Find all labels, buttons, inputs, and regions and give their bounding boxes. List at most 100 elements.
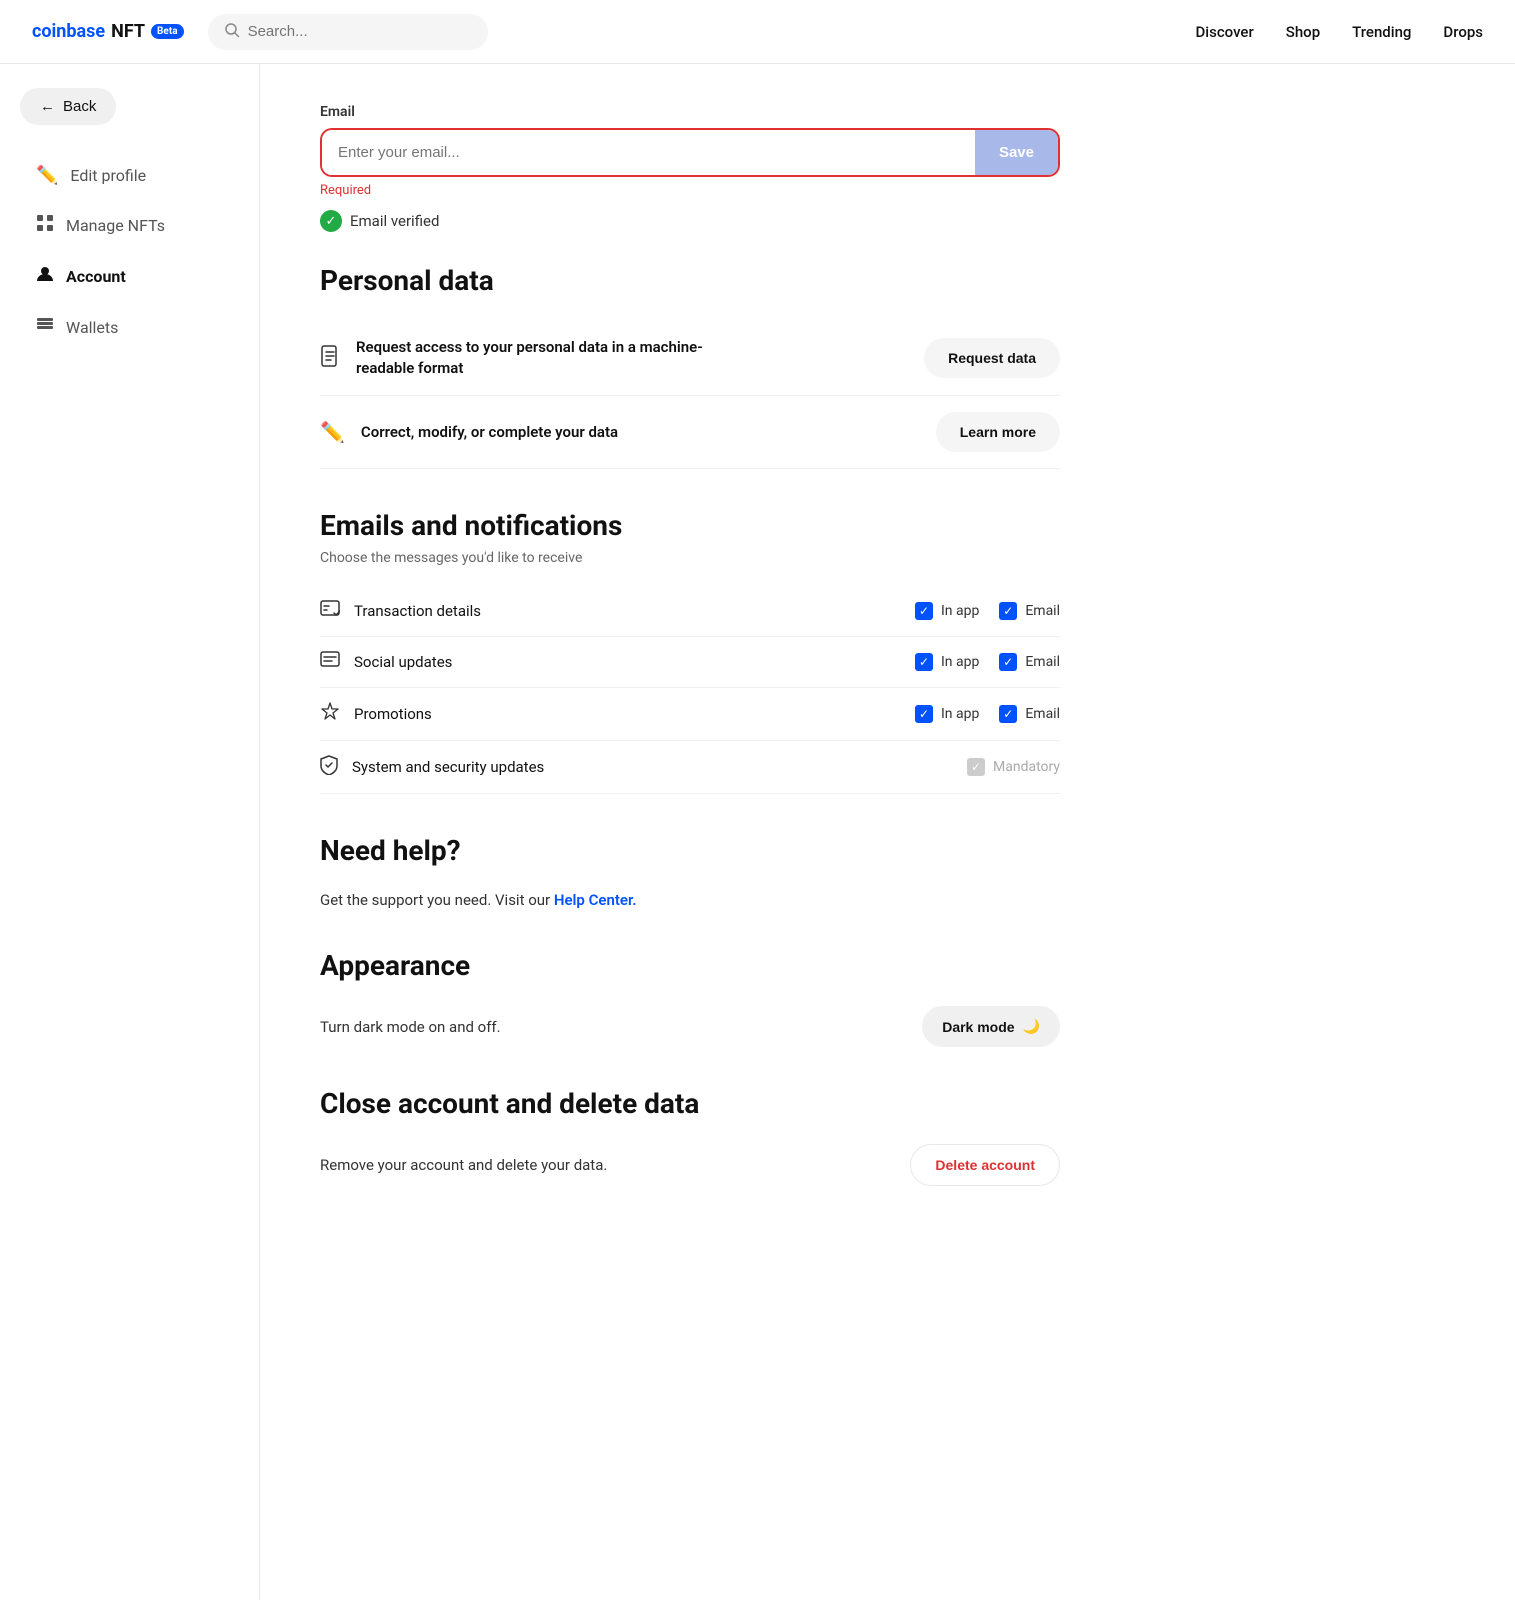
request-data-left: Request access to your personal data in … — [320, 337, 736, 379]
appearance-description: Turn dark mode on and off. — [320, 1018, 501, 1036]
notif-transaction-controls: ✓ In app ✓ Email — [915, 602, 1060, 620]
notif-security-mandatory-group: ✓ Mandatory — [967, 758, 1060, 776]
help-text-before: Get the support you need. Visit our — [320, 891, 554, 909]
notif-promotions-controls: ✓ In app ✓ Email — [915, 705, 1060, 723]
wallets-icon — [36, 316, 54, 339]
email-input[interactable] — [322, 130, 975, 175]
sidebar-item-wallets[interactable]: Wallets — [20, 304, 239, 351]
appearance-heading: Appearance — [320, 949, 1060, 982]
help-heading: Need help? — [320, 834, 1060, 867]
learn-more-text: Correct, modify, or complete your data — [361, 422, 618, 443]
page-layout: ← Back ✏️ Edit profile Manage NFTs — [0, 64, 1515, 1600]
delete-account-row: Remove your account and delete your data… — [320, 1144, 1060, 1186]
notif-email-label-2: Email — [1025, 706, 1060, 722]
email-verified-text: Email verified — [350, 212, 439, 230]
logo-area: coinbase NFT Beta — [32, 21, 184, 42]
notif-social-email-group[interactable]: ✓ Email — [999, 653, 1060, 671]
sidebar: ← Back ✏️ Edit profile Manage NFTs — [0, 64, 260, 1600]
back-button[interactable]: ← Back — [20, 88, 116, 125]
beta-badge: Beta — [151, 24, 184, 39]
help-center-link[interactable]: Help Center. — [554, 891, 637, 909]
notif-email-label-0: Email — [1025, 603, 1060, 619]
save-button[interactable]: Save — [975, 130, 1058, 175]
sidebar-item-label-edit-profile: Edit profile — [70, 166, 146, 185]
sidebar-nav: ✏️ Edit profile Manage NFTs — [20, 153, 239, 351]
help-text: Get the support you need. Visit our Help… — [320, 891, 1060, 909]
dark-mode-button[interactable]: Dark mode 🌙 — [922, 1006, 1060, 1047]
notif-promotions-inapp-checkbox[interactable]: ✓ — [915, 705, 933, 723]
social-icon — [320, 651, 340, 673]
security-icon — [320, 755, 338, 779]
request-data-button[interactable]: Request data — [924, 338, 1060, 378]
notif-security-left: System and security updates — [320, 755, 967, 779]
learn-more-button[interactable]: Learn more — [936, 412, 1060, 452]
search-input[interactable] — [248, 23, 472, 40]
sidebar-item-manage-nfts[interactable]: Manage NFTs — [20, 202, 239, 249]
dark-mode-label: Dark mode — [942, 1019, 1014, 1035]
notif-row-security: System and security updates ✓ Mandatory — [320, 741, 1060, 794]
notif-promotions-left: Promotions — [320, 702, 915, 726]
notif-transaction-left: Transaction details — [320, 600, 915, 622]
email-input-row: Save — [320, 128, 1060, 177]
notif-promotions-inapp-group[interactable]: ✓ In app — [915, 705, 979, 723]
notif-promotions-email-checkbox[interactable]: ✓ — [999, 705, 1017, 723]
search-icon — [224, 22, 240, 42]
notif-row-transaction: Transaction details ✓ In app ✓ Email — [320, 586, 1060, 637]
delete-account-description: Remove your account and delete your data… — [320, 1156, 607, 1174]
back-label: Back — [63, 98, 96, 115]
nav-discover[interactable]: Discover — [1196, 23, 1254, 41]
learn-more-left: ✏️ Correct, modify, or complete your dat… — [320, 420, 618, 444]
notifications-section: Emails and notifications Choose the mess… — [320, 509, 1060, 794]
verified-check-icon: ✓ — [320, 210, 342, 232]
notif-inapp-label-1: In app — [941, 654, 979, 670]
notif-social-label: Social updates — [354, 653, 452, 671]
notif-social-email-checkbox[interactable]: ✓ — [999, 653, 1017, 671]
notifications-heading: Emails and notifications — [320, 509, 1060, 542]
nav-shop[interactable]: Shop — [1286, 23, 1320, 41]
personal-data-section: Personal data Request access to your per… — [320, 264, 1060, 469]
appearance-section: Appearance Turn dark mode on and off. Da… — [320, 949, 1060, 1047]
notif-promotions-label: Promotions — [354, 705, 432, 723]
request-data-text: Request access to your personal data in … — [356, 337, 736, 379]
email-section: Email Save Required ✓ Email verified — [320, 104, 1060, 232]
document-icon — [320, 345, 340, 372]
manage-nfts-icon — [36, 214, 54, 237]
required-text: Required — [320, 183, 1060, 198]
nav-drops[interactable]: Drops — [1443, 23, 1483, 41]
notif-transaction-email-group[interactable]: ✓ Email — [999, 602, 1060, 620]
nav-trending[interactable]: Trending — [1352, 23, 1411, 41]
notif-mandatory-label: Mandatory — [993, 759, 1060, 775]
email-verified-row: ✓ Email verified — [320, 210, 1060, 232]
notif-inapp-label-2: In app — [941, 706, 979, 722]
sidebar-item-account[interactable]: Account — [20, 253, 239, 300]
appearance-row: Turn dark mode on and off. Dark mode 🌙 — [320, 1006, 1060, 1047]
notif-security-mandatory-checkbox: ✓ — [967, 758, 985, 776]
top-navigation: coinbase NFT Beta Discover Shop Trending… — [0, 0, 1515, 64]
delete-account-heading: Close account and delete data — [320, 1087, 1060, 1120]
notif-transaction-inapp-group[interactable]: ✓ In app — [915, 602, 979, 620]
notifications-subtitle: Choose the messages you'd like to receiv… — [320, 550, 1060, 566]
notif-row-social: Social updates ✓ In app ✓ Email — [320, 637, 1060, 688]
notif-promotions-email-group[interactable]: ✓ Email — [999, 705, 1060, 723]
email-label: Email — [320, 104, 1060, 120]
notif-email-label-1: Email — [1025, 654, 1060, 670]
help-section: Need help? Get the support you need. Vis… — [320, 834, 1060, 909]
notif-security-controls: ✓ Mandatory — [967, 758, 1060, 776]
sidebar-item-label-account: Account — [66, 267, 126, 286]
notif-transaction-inapp-checkbox[interactable]: ✓ — [915, 602, 933, 620]
notif-social-controls: ✓ In app ✓ Email — [915, 653, 1060, 671]
search-bar[interactable] — [208, 14, 488, 50]
notif-social-inapp-group[interactable]: ✓ In app — [915, 653, 979, 671]
edit-profile-icon: ✏️ — [36, 165, 58, 186]
notif-transaction-label: Transaction details — [354, 602, 481, 620]
notif-social-inapp-checkbox[interactable]: ✓ — [915, 653, 933, 671]
sidebar-item-label-manage-nfts: Manage NFTs — [66, 216, 165, 235]
notif-security-label: System and security updates — [352, 758, 544, 776]
transaction-icon — [320, 600, 340, 622]
delete-account-button[interactable]: Delete account — [910, 1144, 1060, 1186]
notif-transaction-email-checkbox[interactable]: ✓ — [999, 602, 1017, 620]
personal-data-heading: Personal data — [320, 264, 1060, 297]
sidebar-item-edit-profile[interactable]: ✏️ Edit profile — [20, 153, 239, 198]
notif-row-promotions: Promotions ✓ In app ✓ Email — [320, 688, 1060, 741]
sidebar-item-label-wallets: Wallets — [66, 318, 118, 337]
